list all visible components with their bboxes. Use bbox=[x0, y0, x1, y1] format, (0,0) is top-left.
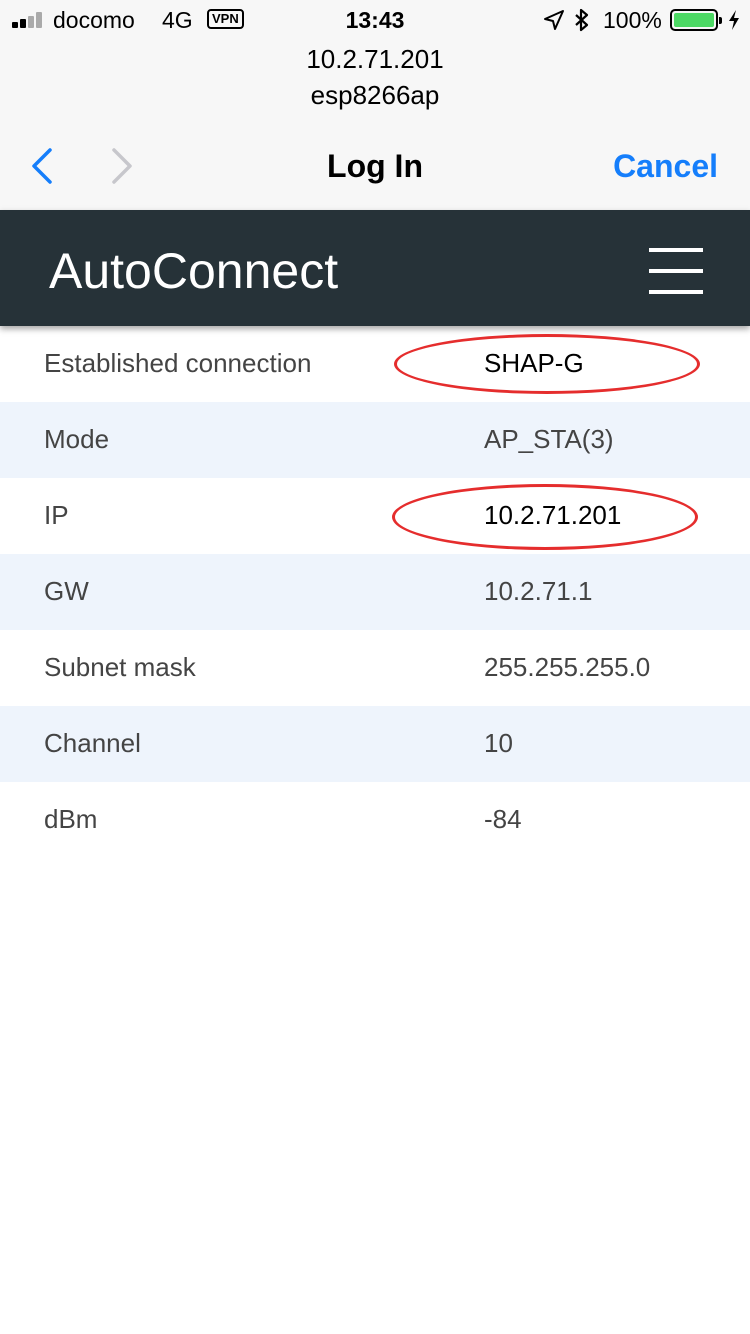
location-icon bbox=[544, 10, 564, 30]
status-bar: docomo 4G VPN 13:43 100% bbox=[0, 0, 750, 40]
chevron-left-icon[interactable] bbox=[28, 146, 58, 186]
row-value-dbm: -84 bbox=[484, 804, 522, 834]
browser-address: 10.2.71.201 bbox=[306, 44, 444, 74]
ios-top-chrome: docomo 4G VPN 13:43 100% 10.2.71.201 esp… bbox=[0, 0, 750, 210]
table-row: IP 10.2.71.201 bbox=[0, 478, 750, 554]
table-row: Mode AP_STA(3) bbox=[0, 402, 750, 478]
app-header: AutoConnect bbox=[0, 210, 750, 326]
connection-table: Established connection SHAP-G Mode AP_ST… bbox=[0, 326, 750, 858]
table-row: Channel 10 bbox=[0, 706, 750, 782]
hamburger-menu-icon[interactable] bbox=[649, 248, 703, 294]
battery-percent: 100% bbox=[603, 7, 662, 33]
captive-portal-navbar: Log In Cancel bbox=[0, 130, 750, 202]
row-label-ip: IP bbox=[44, 500, 69, 530]
highlight-ellipse bbox=[394, 334, 700, 394]
row-label-mode: Mode bbox=[44, 424, 110, 454]
table-row: GW 10.2.71.1 bbox=[0, 554, 750, 630]
row-label-established-connection: Established connection bbox=[44, 348, 312, 378]
highlight-ellipse bbox=[392, 484, 698, 550]
network-ssid: esp8266ap bbox=[310, 80, 440, 110]
row-label-subnet-mask: Subnet mask bbox=[44, 652, 196, 682]
row-value-mode: AP_STA(3) bbox=[484, 424, 614, 454]
bluetooth-icon bbox=[575, 8, 589, 32]
charging-icon bbox=[729, 10, 739, 30]
row-value-gw: 10.2.71.1 bbox=[484, 576, 593, 606]
row-label-dbm: dBm bbox=[44, 804, 98, 834]
row-value-channel: 10 bbox=[484, 728, 513, 758]
row-value-subnet-mask: 255.255.255.0 bbox=[484, 652, 651, 682]
app-brand: AutoConnect bbox=[49, 243, 339, 299]
table-row: dBm -84 bbox=[0, 782, 750, 858]
row-label-channel: Channel bbox=[44, 728, 141, 758]
cancel-button[interactable]: Cancel bbox=[613, 148, 718, 185]
chevron-right-icon[interactable] bbox=[106, 146, 136, 186]
battery-icon bbox=[670, 9, 722, 31]
table-row: Established connection SHAP-G bbox=[0, 326, 750, 402]
table-row: Subnet mask 255.255.255.0 bbox=[0, 630, 750, 706]
row-label-gw: GW bbox=[44, 576, 89, 606]
